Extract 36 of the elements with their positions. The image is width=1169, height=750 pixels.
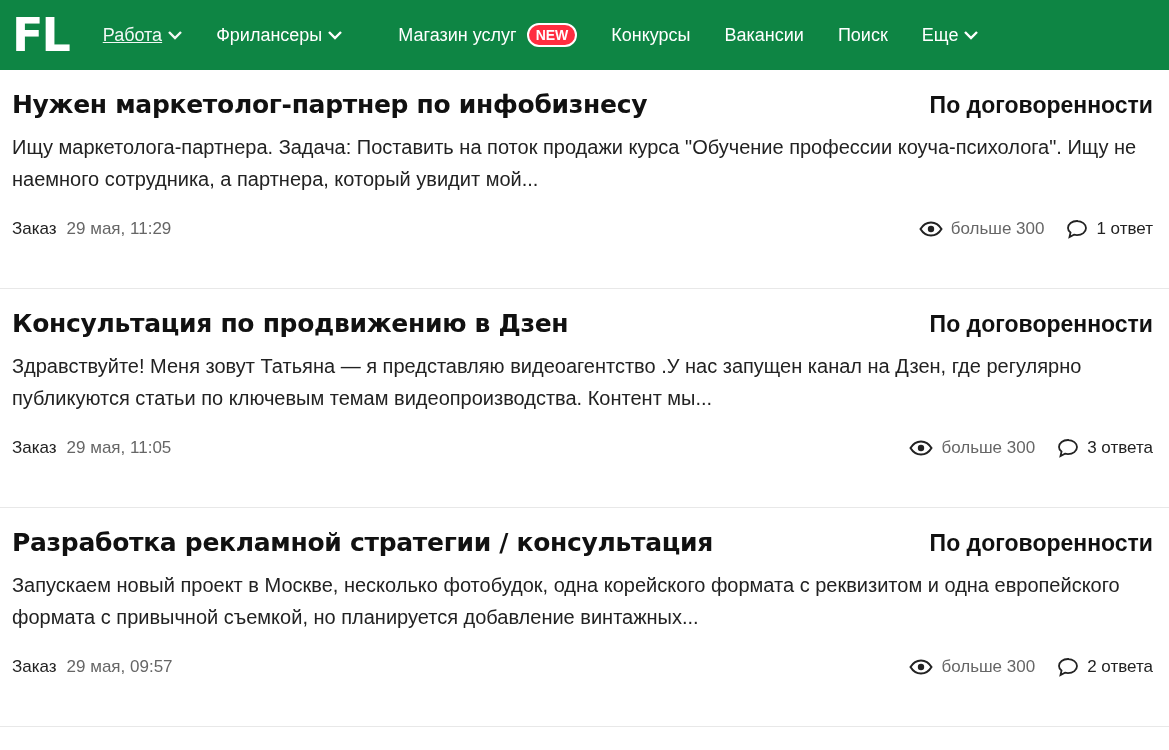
order-description: Здравствуйте! Меня зовут Татьяна — я представляю видеоагентство .У нас запущен канал на Дзен, где регулярно публикуются статьи по ключевым темам видеопроизводства. Контент мы... — [12, 354, 1083, 411]
order-price: По договоренности — [929, 92, 1153, 119]
nav-link[interactable]: Работа — [102, 24, 183, 46]
order-title[interactable]: Разработка рекламной стратегии / консультация — [12, 528, 713, 557]
answers-count[interactable]: 3 ответа — [1087, 438, 1153, 458]
nav-link[interactable]: Вакансии — [724, 24, 804, 46]
order-date: 29 мая, 09:57 — [66, 657, 173, 677]
answers-count[interactable]: 1 ответ — [1096, 219, 1153, 239]
comment-icon — [1057, 438, 1080, 458]
views-count: больше 300 — [941, 657, 1036, 677]
new-badge: NEW — [526, 23, 578, 47]
order-price: По договоренности — [929, 530, 1153, 557]
views-count: больше 300 — [941, 438, 1036, 458]
order-title[interactable]: Нужен маркетолог-партнер по инфобизнесу — [12, 90, 648, 119]
nav-link[interactable]: Конкурсы — [611, 24, 691, 46]
order-type: Заказ — [12, 219, 57, 239]
views-count: больше 300 — [950, 219, 1045, 239]
eye-icon — [918, 221, 943, 237]
order-title[interactable]: Консультация по продвижению в Дзен — [12, 309, 569, 338]
order-description: Ищу маркетолога-партнера. Задача: Поставить на поток продажи курса "Обучение профессии коуча-психолога". Ищу не наемного сотрудника, а партнера, который увидит мой... — [12, 135, 1138, 192]
eye-icon — [909, 440, 934, 456]
order-type: Заказ — [12, 438, 57, 458]
order-type: Заказ — [12, 657, 57, 677]
nav-link[interactable]: Еще — [921, 24, 979, 46]
order-price: По договоренности — [929, 311, 1153, 338]
order-description: Запускаем новый проект в Москве, несколько фотобудок, одна корейского формата с реквизитом и одна европейского формата с привычной съемкой, но планируется добавление винтажных... — [12, 573, 1121, 630]
logo[interactable]: FL — [12, 8, 69, 62]
answers-count[interactable]: 2 ответа — [1087, 657, 1153, 677]
eye-icon — [909, 659, 934, 675]
comment-icon — [1057, 657, 1080, 677]
order-date: 29 мая, 11:29 — [66, 219, 172, 239]
order-date: 29 мая, 11:05 — [66, 438, 172, 458]
comment-icon — [1066, 219, 1089, 239]
nav-link[interactable]: Магазин услуг NEW — [398, 23, 578, 47]
nav-link[interactable]: Поиск — [837, 24, 888, 46]
nav-link[interactable]: Фрилансеры — [216, 24, 343, 46]
